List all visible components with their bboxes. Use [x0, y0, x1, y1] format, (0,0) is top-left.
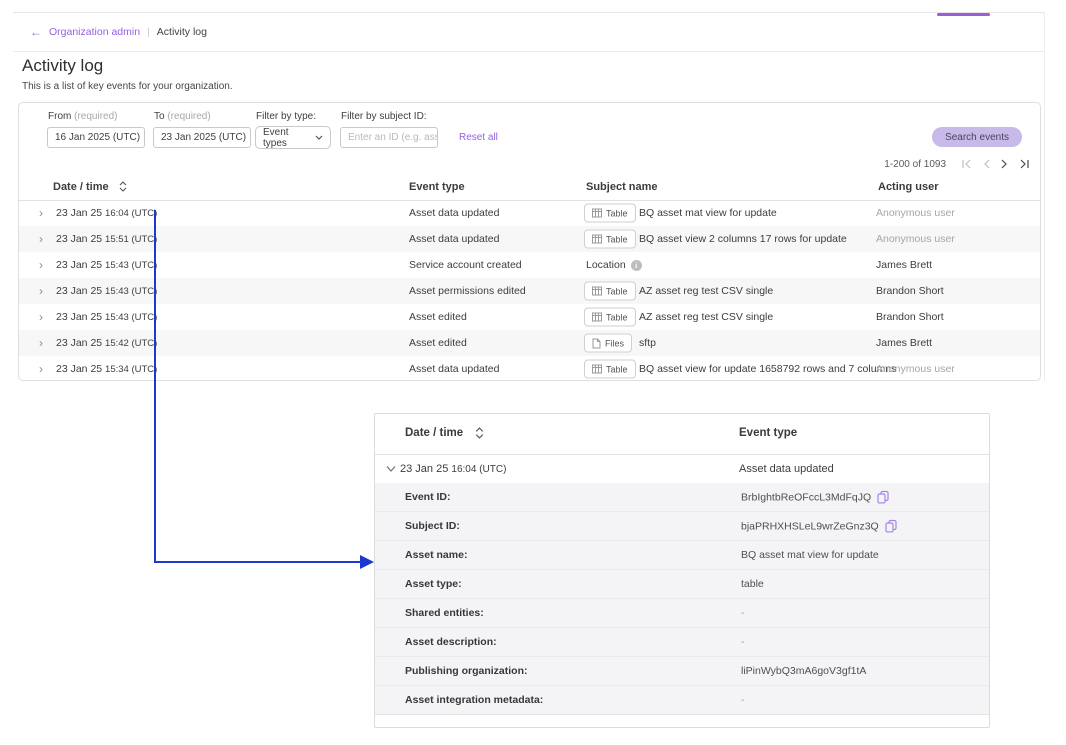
table-header: Date / time Event type Subject name Acti… [19, 179, 1040, 201]
filter-type-label: Filter by type: [256, 111, 316, 122]
subject-type-badge: Table [584, 282, 636, 301]
expand-chevron-icon[interactable]: › [39, 259, 43, 271]
subject-type-badge: Table [584, 230, 636, 249]
table-icon [592, 313, 602, 322]
table-row[interactable]: › 23 Jan 25 15:51 (UTC) Asset data updat… [19, 226, 1040, 252]
back-arrow-icon[interactable]: ← [30, 25, 42, 39]
sort-icon[interactable] [475, 427, 484, 442]
column-date-time[interactable]: Date / time [53, 181, 109, 193]
subject-type-badge: Table [584, 204, 636, 223]
acting-user: Anonymous user [876, 233, 955, 245]
file-icon [592, 338, 601, 348]
search-events-button[interactable]: Search events [932, 127, 1022, 147]
expand-chevron-icon[interactable]: › [39, 285, 43, 297]
subject-id-input[interactable] [340, 127, 438, 148]
table-icon [592, 287, 602, 296]
table-icon [592, 235, 602, 244]
expanded-table-row[interactable]: 23 Jan 25 16:04 (UTC) Asset data updated [375, 454, 989, 484]
breadcrumb-parent-link[interactable]: Organization admin [49, 26, 140, 38]
expand-chevron-icon[interactable]: › [39, 363, 43, 375]
collapse-chevron-icon[interactable] [386, 465, 396, 472]
column-date-time[interactable]: Date / time [405, 427, 463, 439]
detail-field-row: Subject ID: bjaPRHXHSLeL9wrZeGnz3Q [375, 512, 989, 541]
pagination: 1-200 of 1093 [884, 157, 1030, 171]
table-row[interactable]: › 23 Jan 25 15:43 (UTC) Asset permission… [19, 278, 1040, 304]
activity-log-page: ← Organization admin | Activity log Acti… [0, 0, 1066, 745]
acting-user: Brandon Short [876, 311, 944, 323]
first-page-icon[interactable] [961, 159, 972, 169]
column-event-type: Event type [409, 181, 465, 193]
callout-arrow-line [154, 561, 360, 563]
callout-arrow-line [154, 210, 156, 563]
detail-table-header: Date / time Event type [375, 414, 989, 455]
detail-field-row: Publishing organization: liPinWybQ3mA6go… [375, 657, 989, 686]
detail-field-row: Asset integration metadata: - [375, 686, 989, 715]
callout-arrow-head [360, 555, 374, 569]
subject-type-badge: Table [584, 308, 636, 327]
event-type-select[interactable]: Event types [255, 126, 331, 149]
expand-chevron-icon[interactable]: › [39, 311, 43, 323]
breadcrumb: ← Organization admin | Activity log [30, 12, 207, 51]
breadcrumb-divider [13, 51, 1044, 52]
reset-all-link[interactable]: Reset all [459, 132, 498, 143]
expand-chevron-icon[interactable]: › [39, 207, 43, 219]
table-icon [592, 209, 602, 218]
table-row[interactable]: › 23 Jan 25 15:43 (UTC) Asset edited Tab… [19, 304, 1040, 330]
table-icon [592, 365, 602, 374]
to-label: To (required) [154, 111, 211, 122]
acting-user: James Brett [876, 337, 932, 349]
filter-subject-label: Filter by subject ID: [341, 111, 427, 122]
activity-log-card: From (required) To (required) Filter by … [18, 102, 1041, 381]
table-row[interactable]: › 23 Jan 25 16:04 (UTC) Asset data updat… [19, 200, 1040, 226]
info-icon[interactable]: i [631, 260, 642, 271]
expand-chevron-icon[interactable]: › [39, 233, 43, 245]
from-label: From (required) [48, 111, 117, 122]
prev-page-icon[interactable] [983, 159, 990, 169]
acting-user: Anonymous user [876, 207, 955, 219]
expanded-row-detail-panel: Date / time Event type 23 Jan 25 16:04 (… [374, 413, 990, 728]
last-page-icon[interactable] [1019, 159, 1030, 169]
copy-icon[interactable] [885, 520, 897, 533]
column-event-type: Event type [739, 427, 797, 439]
acting-user: Brandon Short [876, 285, 944, 297]
to-date-input[interactable] [153, 127, 251, 148]
pagination-range: 1-200 of 1093 [884, 159, 946, 170]
table-body: › 23 Jan 25 16:04 (UTC) Asset data updat… [19, 200, 1040, 382]
acting-user: James Brett [876, 259, 932, 271]
column-acting-user: Acting user [878, 181, 939, 193]
table-row[interactable]: › 23 Jan 25 15:43 (UTC) Service account … [19, 252, 1040, 278]
subject-type-badge: Files [584, 334, 632, 353]
from-date-input[interactable] [47, 127, 145, 148]
column-subject-name: Subject name [586, 181, 658, 193]
expand-chevron-icon[interactable]: › [39, 337, 43, 349]
detail-field-row: Asset type: table [375, 570, 989, 599]
detail-fields: Event ID: BrbIghtbReOFccL3MdFqJQ Subject… [375, 483, 989, 715]
subject-type-badge: Table [584, 360, 636, 379]
breadcrumb-separator: | [147, 26, 150, 38]
detail-field-row: Asset name: BQ asset mat view for update [375, 541, 989, 570]
breadcrumb-current: Activity log [157, 26, 207, 38]
chevron-down-icon [315, 135, 323, 140]
table-row[interactable]: › 23 Jan 25 15:42 (UTC) Asset edited Fil… [19, 330, 1040, 356]
acting-user: Anonymous user [876, 363, 955, 375]
table-row[interactable]: › 23 Jan 25 15:34 (UTC) Asset data updat… [19, 356, 1040, 382]
copy-icon[interactable] [877, 491, 889, 504]
page-subtitle: This is a list of key events for your or… [22, 81, 233, 92]
top-accent-bar [937, 13, 990, 16]
right-divider [1044, 12, 1045, 381]
detail-field-row: Asset description: - [375, 628, 989, 657]
next-page-icon[interactable] [1001, 159, 1008, 169]
detail-field-row: Shared entities: - [375, 599, 989, 628]
detail-field-row: Event ID: BrbIghtbReOFccL3MdFqJQ [375, 483, 989, 512]
page-title: Activity log [22, 56, 103, 76]
sort-icon[interactable] [119, 181, 127, 195]
